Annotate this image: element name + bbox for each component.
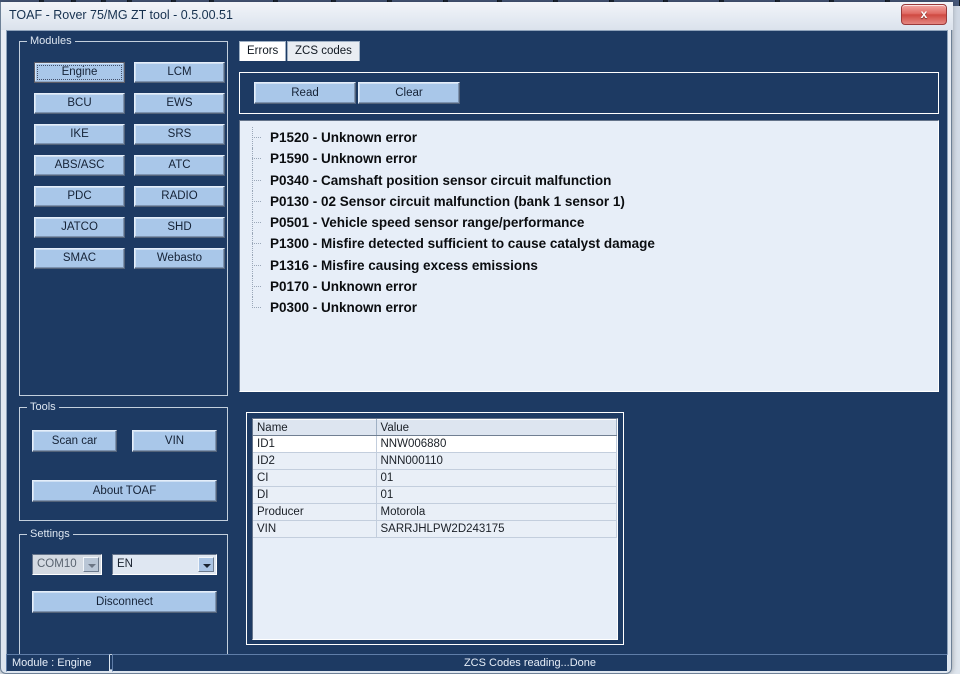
cell-value: 01 [376, 469, 617, 487]
cell-value: 01 [376, 486, 617, 504]
module-button-lcm[interactable]: LCM [134, 62, 225, 83]
cell-value: NNN000110 [376, 452, 617, 470]
client-area: Modules Engine LCM BCU EWS IKE SRS ABS/A… [6, 30, 948, 670]
module-button-shd[interactable]: SHD [134, 217, 225, 238]
chevron-down-icon[interactable] [83, 557, 99, 572]
table-row[interactable]: DI 01 [253, 486, 617, 504]
window-title: TOAF - Rover 75/MG ZT tool - 0.5.00.51 [9, 8, 233, 22]
cell-name: CI [253, 469, 377, 487]
error-item[interactable]: P0501 - Vehicle speed sensor range/perfo… [248, 212, 938, 234]
module-button-srs[interactable]: SRS [134, 124, 225, 145]
error-tree-panel[interactable]: P1520 - Unknown error P1590 - Unknown er… [239, 120, 939, 392]
column-header-value[interactable]: Value [376, 419, 617, 436]
close-button[interactable]: x [901, 4, 947, 25]
read-button[interactable]: Read [254, 82, 356, 104]
zcs-table[interactable]: Name Value ID1 NNW006880 ID2 NNN000110 C… [253, 419, 617, 538]
error-item[interactable]: P0340 - Camshaft position sensor circuit… [248, 169, 938, 192]
language-select[interactable]: EN [112, 554, 217, 575]
tab-strip: Errors ZCS codes [239, 41, 939, 62]
cell-name: ID1 [253, 435, 377, 453]
chevron-down-icon[interactable] [198, 557, 214, 572]
vin-button[interactable]: VIN [132, 430, 217, 452]
title-bar: TOAF - Rover 75/MG ZT tool - 0.5.00.51 x [1, 2, 953, 30]
errors-toolbar-panel: Read Clear [239, 72, 939, 114]
status-module: Module : Engine [6, 654, 110, 672]
table-row[interactable]: ID2 NNN000110 [253, 452, 617, 470]
module-button-ews[interactable]: EWS [134, 93, 225, 114]
table-row[interactable]: VIN SARRJHLPW2D243175 [253, 520, 617, 538]
cell-name: Producer [253, 503, 377, 521]
modules-group-title: Modules [27, 35, 75, 47]
cell-name: DI [253, 486, 377, 504]
module-button-webasto[interactable]: Webasto [134, 248, 225, 269]
desktop-background: TOAF - Rover 75/MG ZT tool - 0.5.00.51 x… [0, 0, 960, 674]
status-message: ZCS Codes reading...Done [112, 654, 948, 672]
com-port-value: COM10 [37, 558, 77, 570]
cell-value: Motorola [376, 503, 617, 521]
tab-zcs-codes[interactable]: ZCS codes [287, 41, 360, 61]
error-item[interactable]: P1590 - Unknown error [248, 148, 938, 170]
error-item[interactable]: P0300 - Unknown error [248, 297, 938, 318]
error-item[interactable]: P1520 - Unknown error [248, 127, 938, 149]
zcs-table-panel: Name Value ID1 NNW006880 ID2 NNN000110 C… [246, 412, 624, 645]
module-button-radio[interactable]: RADIO [134, 186, 225, 207]
application-window: TOAF - Rover 75/MG ZT tool - 0.5.00.51 x… [0, 2, 953, 674]
error-list[interactable]: P1520 - Unknown error P1590 - Unknown er… [240, 121, 938, 391]
module-button-jatco[interactable]: JATCO [34, 217, 125, 238]
cell-name: VIN [253, 520, 377, 538]
clear-button[interactable]: Clear [358, 82, 460, 104]
tools-group-title: Tools [27, 401, 59, 413]
scan-car-button[interactable]: Scan car [32, 430, 117, 452]
zcs-table-sunken[interactable]: Name Value ID1 NNW006880 ID2 NNN000110 C… [252, 418, 618, 640]
close-icon: x [920, 7, 928, 21]
column-header-name[interactable]: Name [253, 419, 377, 436]
table-row[interactable]: CI 01 [253, 469, 617, 487]
language-value: EN [117, 558, 133, 570]
module-button-pdc[interactable]: PDC [34, 186, 125, 207]
module-button-ike[interactable]: IKE [34, 124, 125, 145]
modules-group: Modules Engine LCM BCU EWS IKE SRS ABS/A… [19, 35, 228, 396]
tools-group: Tools Scan car VIN About TOAF [19, 401, 228, 521]
tab-errors[interactable]: Errors [239, 41, 287, 61]
error-item[interactable]: P0130 - 02 Sensor circuit malfunction (b… [248, 190, 938, 213]
disconnect-button[interactable]: Disconnect [32, 591, 217, 613]
module-button-engine[interactable]: Engine [34, 62, 125, 83]
table-row[interactable]: ID1 NNW006880 [253, 435, 617, 453]
error-item[interactable]: P0170 - Unknown error [248, 276, 938, 298]
settings-group-title: Settings [27, 528, 73, 540]
module-button-abs-asc[interactable]: ABS/ASC [34, 155, 125, 176]
error-item[interactable]: P1316 - Misfire causing excess emissions [248, 254, 938, 277]
settings-group: Settings COM10 EN Disconnect [19, 528, 228, 655]
cell-value: SARRJHLPW2D243175 [376, 520, 617, 538]
cell-value: NNW006880 [376, 435, 617, 453]
com-port-select[interactable]: COM10 [32, 554, 102, 575]
about-toaf-button[interactable]: About TOAF [32, 480, 217, 502]
module-button-bcu[interactable]: BCU [34, 93, 125, 114]
table-row[interactable]: Producer Motorola [253, 503, 617, 521]
module-button-atc[interactable]: ATC [134, 155, 225, 176]
error-item[interactable]: P1300 - Misfire detected sufficient to c… [248, 233, 938, 256]
cell-name: ID2 [253, 452, 377, 470]
module-button-smac[interactable]: SMAC [34, 248, 125, 269]
table-header-row: Name Value [253, 419, 617, 436]
status-bar: Module : Engine ZCS Codes reading...Done [6, 654, 948, 672]
